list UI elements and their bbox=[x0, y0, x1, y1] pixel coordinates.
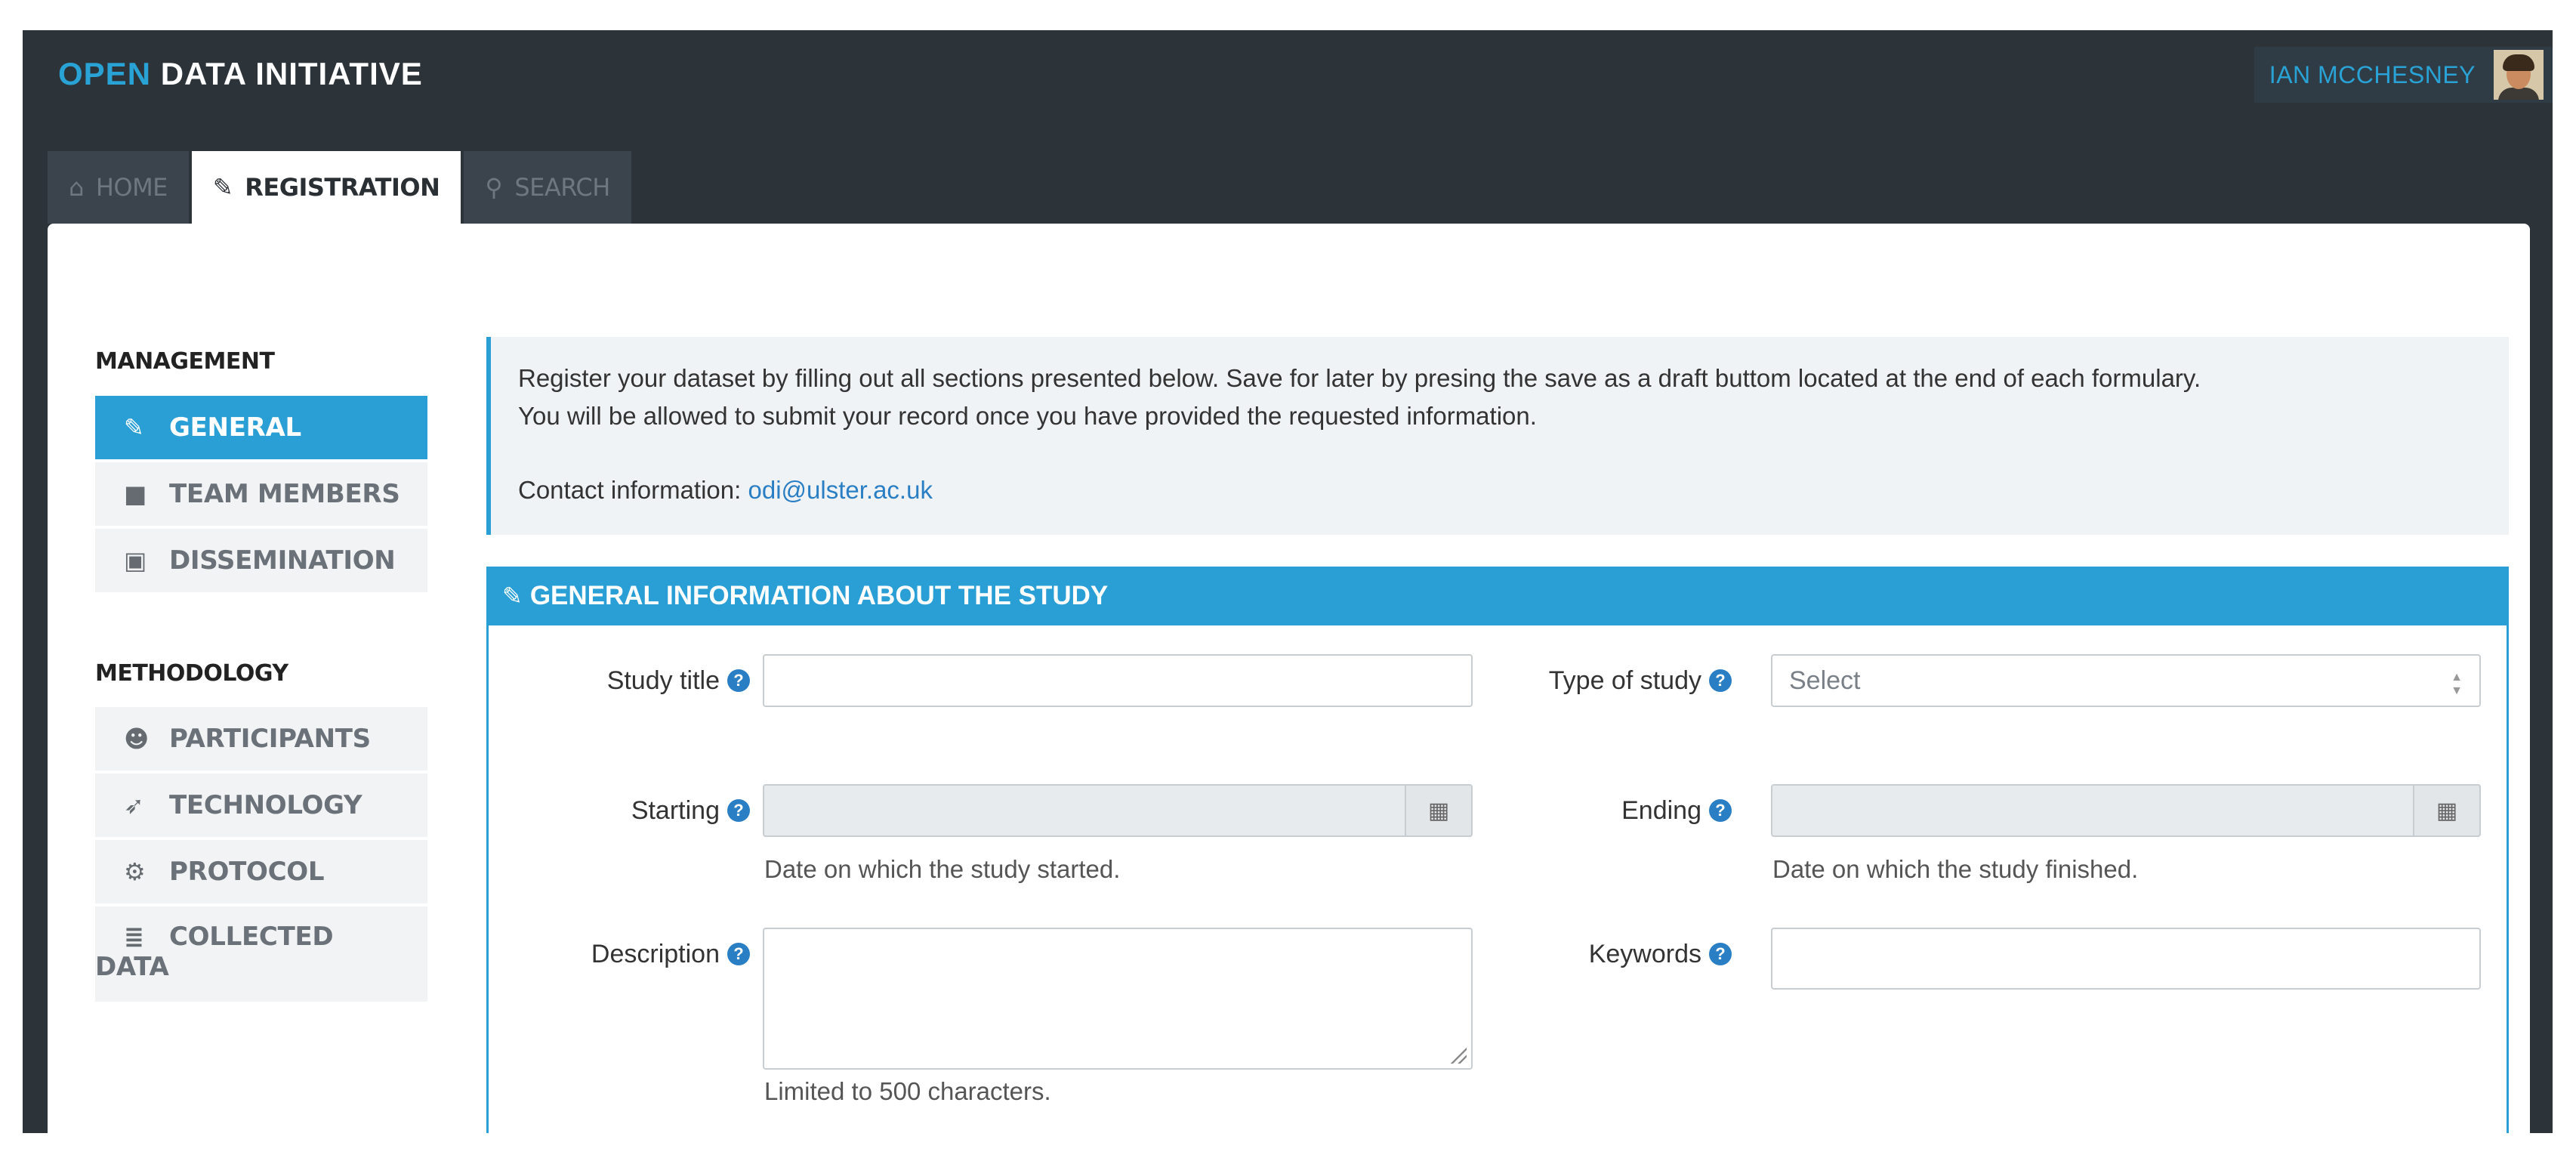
sidebar-item-label: TEAM MEMBERS bbox=[169, 479, 400, 509]
main-tabs: ⌂ HOME ✎ REGISTRATION ⚲ SEARCH bbox=[48, 151, 634, 224]
home-icon: ⌂ bbox=[69, 173, 84, 202]
description-textarea[interactable] bbox=[763, 928, 1473, 1070]
ending-date-input[interactable]: ▦ bbox=[1771, 784, 2481, 837]
sidebar-item-team-members[interactable]: ■ TEAM MEMBERS bbox=[95, 462, 427, 526]
users-icon: ☻ bbox=[124, 724, 150, 753]
keywords-input[interactable] bbox=[1771, 928, 2481, 990]
sidebar-item-label: PARTICIPANTS bbox=[169, 724, 371, 754]
help-icon[interactable]: ? bbox=[1709, 669, 1732, 692]
starting-label: Starting? bbox=[501, 784, 750, 837]
edit-icon: ✎ bbox=[212, 173, 233, 202]
description-hint: Limited to 500 characters. bbox=[764, 1077, 1051, 1105]
type-of-study-select[interactable]: Select ▲ ▼ bbox=[1771, 654, 2481, 707]
ending-hint: Date on which the study finished. bbox=[1772, 855, 2139, 883]
pencil-icon: ✎ bbox=[124, 413, 144, 442]
calendar-icon[interactable]: ▦ bbox=[1405, 784, 1473, 837]
app-window: OPEN DATA INITIATIVE IAN MCCHESNEY ⌂ HOM… bbox=[23, 30, 2553, 1133]
tab-registration-label: REGISTRATION bbox=[245, 173, 440, 202]
search-icon: ⚲ bbox=[485, 173, 503, 202]
sidebar-item-collected-data[interactable]: ≣ COLLECTED DATA bbox=[95, 906, 427, 1002]
help-icon[interactable]: ? bbox=[1709, 943, 1732, 965]
resize-handle-icon[interactable] bbox=[1448, 1045, 1467, 1064]
registration-panel: MANAGEMENT ✎ GENERAL ■ TEAM MEMBERS ▣ DI… bbox=[48, 224, 2530, 1133]
chevron-down-icon: ▲ ▼ bbox=[2451, 671, 2463, 697]
sidebar-item-participants[interactable]: ☻ PARTICIPANTS bbox=[95, 707, 427, 771]
pencil-icon: ✎ bbox=[502, 582, 523, 610]
lock-icon: ■ bbox=[124, 480, 147, 508]
help-icon[interactable]: ? bbox=[727, 669, 750, 692]
card-header: ✎ GENERAL INFORMATION ABOUT THE STUDY bbox=[489, 567, 2507, 625]
database-icon: ≣ bbox=[124, 922, 144, 951]
tab-home-label: HOME bbox=[95, 173, 168, 202]
study-title-input[interactable] bbox=[763, 654, 1473, 707]
contact-information: Contact information: odi@ulster.ac.uk bbox=[518, 476, 933, 504]
starting-hint: Date on which the study started. bbox=[764, 855, 1121, 883]
management-nav: ✎ GENERAL ■ TEAM MEMBERS ▣ DISSEMINATION bbox=[95, 396, 427, 595]
sidebar-item-protocol[interactable]: ⚙ PROTOCOL bbox=[95, 840, 427, 903]
methodology-nav: ☻ PARTICIPANTS ➶ TECHNOLOGY ⚙ PROTOCOL ≣… bbox=[95, 707, 427, 1005]
management-heading: MANAGEMENT bbox=[95, 348, 275, 375]
help-icon[interactable]: ? bbox=[727, 799, 750, 822]
avatar[interactable] bbox=[2494, 50, 2544, 100]
sidebar-item-label: TECHNOLOGY bbox=[169, 790, 362, 820]
sidebar-item-general[interactable]: ✎ GENERAL bbox=[95, 396, 427, 459]
starting-date-input[interactable]: ▦ bbox=[763, 784, 1473, 837]
tab-registration[interactable]: ✎ REGISTRATION bbox=[191, 151, 461, 224]
brand-data-initiative: DATA INITIATIVE bbox=[160, 56, 423, 91]
contact-email-link[interactable]: odi@ulster.ac.uk bbox=[748, 476, 932, 504]
cogs-icon: ⚙ bbox=[124, 857, 146, 886]
rocket-icon: ➶ bbox=[124, 791, 144, 820]
methodology-heading: METHODOLOGY bbox=[95, 660, 288, 687]
tab-home[interactable]: ⌂ HOME bbox=[48, 151, 189, 224]
help-icon[interactable]: ? bbox=[727, 943, 750, 965]
tab-search[interactable]: ⚲ SEARCH bbox=[464, 151, 631, 224]
tab-search-label: SEARCH bbox=[514, 173, 610, 202]
sidebar-item-dissemination[interactable]: ▣ DISSEMINATION bbox=[95, 529, 427, 592]
sidebar-item-technology[interactable]: ➶ TECHNOLOGY bbox=[95, 774, 427, 837]
type-of-study-label: Type of study? bbox=[1505, 654, 1732, 707]
section-title: GENERAL INFORMATION ABOUT THE STUDY bbox=[529, 581, 1109, 610]
presentation-icon: ▣ bbox=[124, 546, 147, 575]
description-label: Description? bbox=[501, 928, 750, 981]
brand-logo[interactable]: OPEN DATA INITIATIVE bbox=[58, 56, 423, 92]
brand-open: OPEN bbox=[58, 56, 152, 91]
study-title-label: Study title? bbox=[501, 654, 750, 707]
info-callout: Register your dataset by filling out all… bbox=[486, 337, 2509, 535]
sidebar-item-label: PROTOCOL bbox=[169, 857, 325, 887]
help-icon[interactable]: ? bbox=[1709, 799, 1732, 822]
sidebar-item-label: GENERAL bbox=[169, 412, 301, 443]
sidebar-item-label: DISSEMINATION bbox=[169, 545, 396, 576]
user-menu[interactable]: IAN MCCHESNEY bbox=[2254, 47, 2553, 103]
user-name[interactable]: IAN MCCHESNEY bbox=[2269, 61, 2476, 89]
ending-label: Ending? bbox=[1505, 784, 1732, 837]
keywords-label: Keywords? bbox=[1505, 928, 1732, 981]
calendar-icon[interactable]: ▦ bbox=[2413, 784, 2481, 837]
sidebar-item-label: ≣ COLLECTED DATA bbox=[95, 922, 334, 982]
info-line-2: You will be allowed to submit your recor… bbox=[518, 402, 1537, 430]
info-line-1: Register your dataset by filling out all… bbox=[518, 364, 2201, 392]
